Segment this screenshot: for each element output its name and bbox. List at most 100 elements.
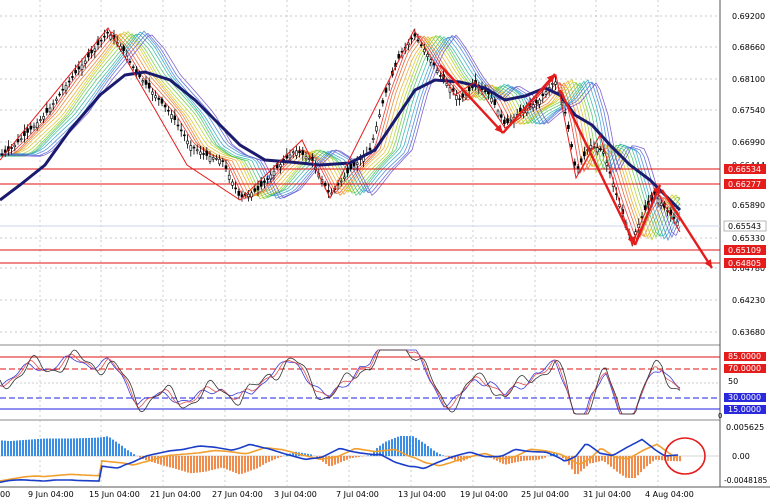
- candle-body: [295, 150, 298, 156]
- macd-histogram-bar: [85, 438, 87, 456]
- macd-histogram-bar: [100, 437, 102, 456]
- macd-histogram-bar: [244, 456, 246, 473]
- candle-body: [253, 188, 257, 192]
- candle-body: [323, 182, 327, 186]
- macd-histogram-bar: [397, 436, 399, 456]
- candle-body: [509, 119, 513, 122]
- macd-histogram-bar: [28, 439, 30, 456]
- candle-body: [643, 205, 647, 211]
- macd-histogram-bar: [115, 441, 117, 456]
- time-label: 3 Jul 04:00: [274, 490, 317, 499]
- macd-histogram-bar: [517, 456, 519, 462]
- price-tag: 0.66534: [728, 165, 761, 174]
- candle-body: [77, 66, 81, 70]
- candle-body: [211, 157, 215, 160]
- candle-body: [208, 156, 212, 162]
- macd-histogram-bar: [64, 438, 66, 456]
- candle-body: [58, 93, 61, 96]
- level-tag: 85.0000: [728, 352, 761, 361]
- candle-body: [493, 99, 497, 105]
- macd-histogram-bar: [277, 456, 279, 459]
- macd-histogram-bar: [343, 456, 345, 461]
- time-label: 27 Jun 04:00: [212, 490, 263, 499]
- candle-body: [218, 158, 221, 165]
- candle-body: [583, 151, 586, 157]
- macd-histogram-bar: [103, 436, 105, 456]
- macd-histogram-bar: [265, 456, 267, 464]
- macd-histogram-bar: [439, 454, 441, 456]
- candle-body: [199, 151, 202, 155]
- candle-body: [410, 37, 413, 40]
- time-axis: 00 9 Jun 04:00 15 Jun 04:00 21 Jun 04:00…: [0, 490, 694, 499]
- macd-histogram-bar: [616, 456, 618, 472]
- macd-histogram-bar: [340, 456, 342, 463]
- candle-body: [570, 144, 573, 148]
- candle-body: [435, 70, 439, 73]
- candle-body: [55, 98, 58, 101]
- candle-body: [304, 156, 308, 160]
- price-label: 0.64230: [732, 296, 765, 305]
- macd-histogram-bar: [529, 456, 531, 461]
- macd-histogram-bar: [133, 454, 135, 456]
- candle-body: [99, 39, 103, 42]
- macd-histogram-bar: [646, 456, 648, 467]
- macd-histogram-bar: [232, 456, 234, 472]
- macd-histogram-bar: [70, 438, 72, 456]
- macd-histogram-bar: [49, 438, 51, 456]
- candle-body: [0, 153, 4, 156]
- candle-body: [349, 163, 353, 170]
- macd-histogram-bar: [127, 450, 129, 456]
- macd-histogram-bar: [610, 456, 612, 467]
- macd-histogram-bar: [4, 440, 6, 456]
- candle-body: [106, 31, 109, 34]
- candle-body: [151, 91, 154, 95]
- time-label: 13 Jul 04:00: [398, 490, 446, 499]
- candle-body: [544, 91, 548, 95]
- candle-body: [551, 83, 554, 85]
- macd-histogram-bar: [187, 456, 189, 473]
- candle-body: [595, 147, 599, 153]
- candle-body: [109, 34, 113, 40]
- macd-histogram-bar: [19, 440, 21, 456]
- macd-histogram-bar: [535, 456, 537, 461]
- candle-body: [64, 85, 68, 91]
- candle-body: [343, 176, 346, 179]
- macd-histogram-bar: [409, 436, 411, 456]
- macd-histogram-bar: [61, 438, 63, 456]
- candle-body: [45, 107, 49, 113]
- macd-histogram-bar: [385, 441, 387, 456]
- candle-body: [535, 100, 538, 104]
- macd-histogram-bar: [109, 437, 111, 456]
- price-label: 0.68660: [732, 43, 765, 52]
- candle-body: [80, 64, 84, 70]
- macd-histogram-bar: [226, 456, 228, 470]
- candle-body: [90, 49, 93, 54]
- candle-body: [467, 86, 471, 92]
- macd-histogram-bar: [604, 456, 606, 463]
- candle-body: [339, 180, 343, 183]
- macd-histogram-bar: [112, 439, 114, 456]
- macd-histogram-bar: [139, 456, 141, 458]
- time-label: 7 Jul 04:00: [336, 490, 379, 499]
- macd-label: 0.005625: [726, 423, 764, 432]
- macd-histogram-bar: [163, 456, 165, 466]
- macd-histogram-bar: [43, 438, 45, 456]
- candle-body: [39, 119, 42, 121]
- macd-histogram-bar: [91, 437, 93, 456]
- candle-body: [541, 93, 545, 97]
- macd-histogram-bar: [172, 456, 174, 468]
- macd-histogram-bar: [310, 454, 312, 456]
- candle-body: [506, 118, 509, 124]
- macd-histogram-bar: [46, 438, 48, 456]
- candle-body: [538, 99, 541, 105]
- macd-histogram-bar: [541, 456, 543, 459]
- candle-body: [16, 139, 20, 143]
- macd-histogram-bar: [613, 456, 615, 470]
- candle-body: [672, 216, 676, 219]
- trading-chart[interactable]: 0.69200 0.68660 0.68100 0.67540 0.66990 …: [0, 0, 770, 503]
- macd-histogram-bar: [211, 456, 213, 471]
- candle-body: [19, 138, 23, 141]
- candle-body: [83, 60, 87, 64]
- candle-body: [215, 158, 218, 160]
- candle-body: [48, 107, 52, 113]
